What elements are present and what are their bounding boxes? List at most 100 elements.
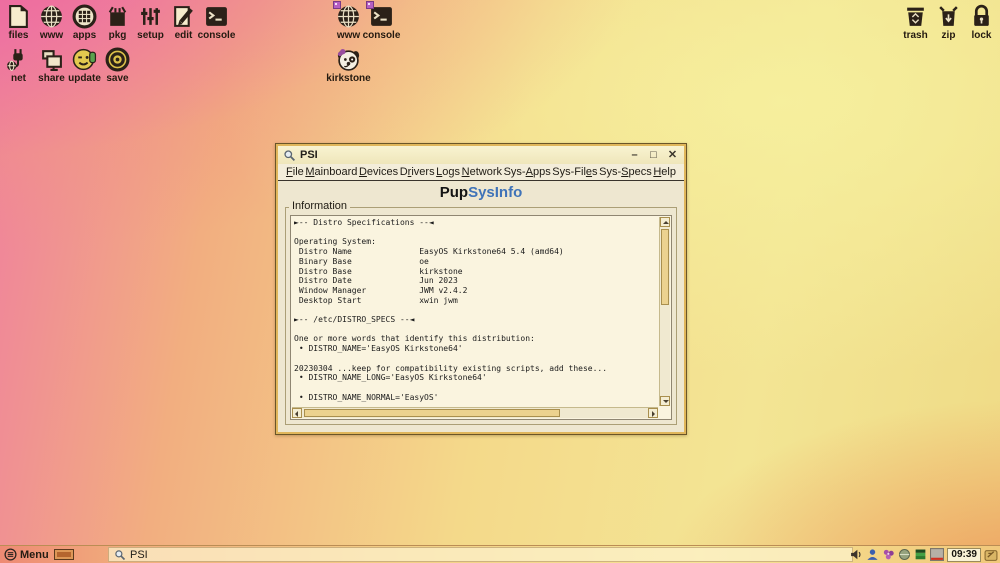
shared-screens-icon bbox=[39, 47, 64, 72]
desktop-icon-label: console bbox=[198, 30, 236, 41]
desk-icon[interactable] bbox=[984, 548, 998, 562]
trash-recycle-icon bbox=[903, 4, 928, 29]
scroll-down-button[interactable] bbox=[660, 396, 670, 406]
desktop-icon-label: save bbox=[106, 73, 128, 84]
desktop-icon-console[interactable]: console bbox=[200, 4, 233, 41]
target-icon bbox=[105, 47, 130, 72]
close-button[interactable]: ✕ bbox=[666, 147, 679, 163]
psi-window: PSI – □ ✕ File Mainboard Devices Drivers… bbox=[275, 143, 687, 435]
magnifier-icon bbox=[114, 549, 126, 561]
desktop-icon-label: console bbox=[363, 30, 401, 41]
network-plug-icon bbox=[6, 47, 31, 72]
desktop-icon-label: www bbox=[40, 30, 63, 41]
orb-icon[interactable] bbox=[898, 548, 911, 561]
desktop-icon-www-alt[interactable]: www bbox=[332, 4, 365, 41]
globe-icon bbox=[39, 4, 64, 29]
menu-logs[interactable]: Logs bbox=[436, 166, 460, 178]
sticker-badge-icon bbox=[333, 1, 341, 9]
horizontal-scrollbar[interactable] bbox=[292, 407, 658, 418]
desktop-icon-group-middle: www console kirkstone bbox=[332, 4, 398, 90]
task-button-psi[interactable]: PSI bbox=[108, 547, 853, 562]
zip-bin-icon bbox=[936, 4, 961, 29]
desktop-icon-label: www bbox=[337, 30, 360, 41]
task-button-label: PSI bbox=[130, 549, 148, 561]
desktop-icon-kirkstone[interactable]: kirkstone bbox=[332, 47, 365, 84]
pager-active-desktop bbox=[57, 552, 71, 557]
window-titlebar[interactable]: PSI – □ ✕ bbox=[278, 146, 684, 164]
desktop-icon-share[interactable]: share bbox=[35, 47, 68, 84]
desktop-icon-edit[interactable]: edit bbox=[167, 4, 200, 41]
scroll-right-button[interactable] bbox=[648, 408, 658, 418]
smiley-thumbs-up-icon bbox=[72, 47, 97, 72]
system-tray: 09:39 bbox=[850, 546, 999, 563]
desktop-pager[interactable] bbox=[54, 549, 74, 560]
user-icon[interactable] bbox=[866, 548, 879, 561]
desktop-icon-zip[interactable]: zip bbox=[932, 4, 965, 41]
desktop-icon-label: lock bbox=[971, 30, 991, 41]
menu-sys-apps[interactable]: Sys-Apps bbox=[504, 166, 551, 178]
desktop-icon-lock[interactable]: lock bbox=[965, 4, 998, 41]
desktop-icon-label: pkg bbox=[109, 30, 127, 41]
app-heading-part1: Pup bbox=[440, 184, 468, 201]
sliders-icon bbox=[138, 4, 163, 29]
menu-network[interactable]: Network bbox=[462, 166, 502, 178]
desktop-icon-apps[interactable]: apps bbox=[68, 4, 101, 41]
info-text-view[interactable]: ►-- Distro Specifications --◄ Operating … bbox=[290, 215, 672, 420]
terminal-icon bbox=[204, 4, 229, 29]
desktop-icon-group-right: trash zip lock bbox=[899, 4, 998, 47]
desktop-icon-www[interactable]: www bbox=[35, 4, 68, 41]
desktop-icon-label: trash bbox=[903, 30, 927, 41]
desktop-icon-trash[interactable]: trash bbox=[899, 4, 932, 41]
desktop-icon-label: update bbox=[68, 73, 101, 84]
desktop-icon-label: setup bbox=[137, 30, 164, 41]
menu-help[interactable]: Help bbox=[653, 166, 676, 178]
apps-grid-icon bbox=[72, 4, 97, 29]
desktop-icon-update[interactable]: update bbox=[68, 47, 101, 84]
desktop-icon-label: net bbox=[11, 73, 26, 84]
desktop-icon-files[interactable]: files bbox=[2, 4, 35, 41]
flower-icon[interactable] bbox=[882, 548, 895, 561]
desktop-icon-label: files bbox=[8, 30, 28, 41]
maximize-button[interactable]: □ bbox=[647, 147, 660, 163]
desktop-icon-save[interactable]: save bbox=[101, 47, 134, 84]
vertical-scrollbar[interactable] bbox=[659, 217, 670, 406]
menu-sys-files[interactable]: Sys-Files bbox=[552, 166, 597, 178]
vertical-scroll-thumb[interactable] bbox=[661, 229, 669, 305]
frame-label: Information bbox=[289, 200, 350, 212]
edit-pencil-icon bbox=[171, 4, 196, 29]
scroll-up-button[interactable] bbox=[660, 217, 670, 227]
desktop-icon-label: apps bbox=[73, 30, 96, 41]
menu-button[interactable]: Menu bbox=[0, 546, 57, 563]
window-body: PupSysInfo Information ►-- Distro Specif… bbox=[278, 181, 684, 432]
desktop-icon-console-alt[interactable]: console bbox=[365, 4, 398, 41]
desktop-icon-pkg[interactable]: pkg bbox=[101, 4, 134, 41]
scroll-left-button[interactable] bbox=[292, 408, 302, 418]
window-controls: – □ ✕ bbox=[628, 147, 679, 163]
menu-drivers[interactable]: Drivers bbox=[400, 166, 435, 178]
puppy-face-icon bbox=[336, 47, 361, 72]
menu-sys-specs[interactable]: Sys-Specs bbox=[599, 166, 652, 178]
magnifier-icon bbox=[283, 149, 296, 162]
package-box-icon bbox=[105, 4, 130, 29]
menu-button-label: Menu bbox=[20, 549, 49, 561]
files-icon bbox=[6, 4, 31, 29]
desktop-icon-label: share bbox=[38, 73, 65, 84]
menu-mainboard[interactable]: Mainboard bbox=[305, 166, 357, 178]
desktop-icon-setup[interactable]: setup bbox=[134, 4, 167, 41]
desktop-icon-label: kirkstone bbox=[326, 73, 370, 84]
volume-icon[interactable] bbox=[850, 548, 863, 561]
desktop-icon-group-left: files www apps pkg setup edit bbox=[2, 4, 233, 90]
info-text: ►-- Distro Specifications --◄ Operating … bbox=[294, 218, 657, 406]
menu-bar: File Mainboard Devices Drivers Logs Netw… bbox=[278, 164, 684, 181]
taskbar: Menu PSI 09:39 bbox=[0, 545, 1000, 563]
horizontal-scroll-thumb[interactable] bbox=[304, 409, 560, 417]
desktop-icon-net[interactable]: net bbox=[2, 47, 35, 84]
menu-file[interactable]: File bbox=[286, 166, 304, 178]
information-frame: Information ►-- Distro Specifications --… bbox=[285, 207, 677, 425]
desktop-icon-label: edit bbox=[175, 30, 193, 41]
stack-icon[interactable] bbox=[914, 548, 927, 561]
cpu-load-icon[interactable] bbox=[930, 548, 944, 561]
menu-devices[interactable]: Devices bbox=[359, 166, 398, 178]
desktop-icon-label: zip bbox=[942, 30, 956, 41]
minimize-button[interactable]: – bbox=[628, 147, 641, 163]
